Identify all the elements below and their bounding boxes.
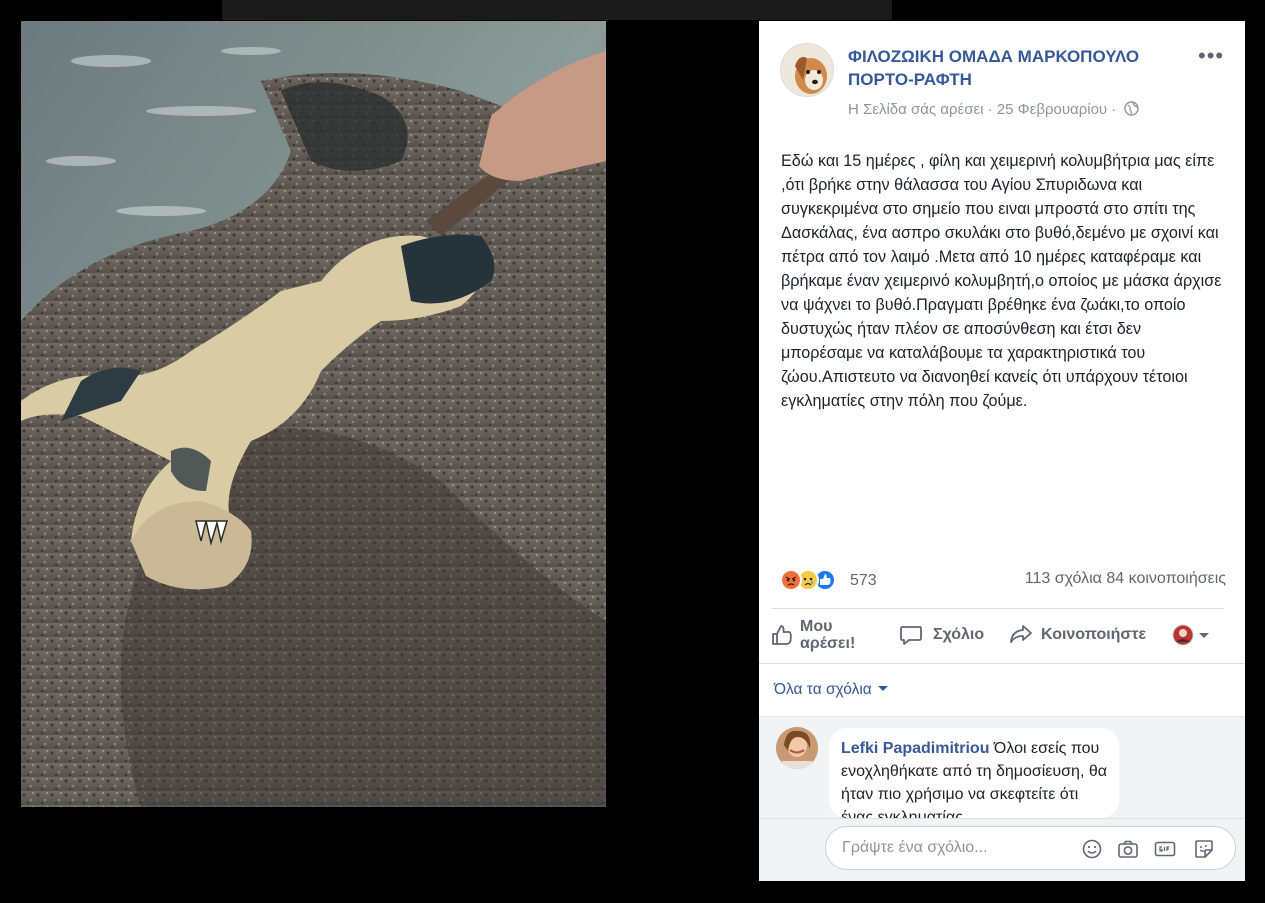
- like-label-line2: αρέσει!: [800, 635, 856, 652]
- meta-separator: ·: [987, 101, 993, 118]
- comments-filter-label: Όλα τα σχόλια: [774, 681, 872, 698]
- post-photo[interactable]: [21, 21, 606, 807]
- post-date[interactable]: 25 Φεβρουαρίου: [997, 101, 1107, 118]
- page-avatar[interactable]: [780, 43, 834, 97]
- dog-avatar-icon: [781, 44, 833, 96]
- react-as-selector[interactable]: [1172, 614, 1216, 658]
- comment-bubble: Lefki Papadimitriou Όλοι εσείς που ενοχλ…: [829, 728, 1119, 818]
- more-horizontal-icon[interactable]: •••: [1198, 45, 1230, 69]
- commenter-photo-icon: [776, 727, 818, 769]
- caret-down-icon: [877, 686, 888, 691]
- post-meta: Η Σελίδα σάς αρέσει · 25 Φεβρουαρίου ·: [848, 101, 1208, 120]
- sticker-icon[interactable]: [1193, 838, 1215, 860]
- page-name-link[interactable]: ΦΙΛΟΖΩΙΚΗ ΟΜΑΔΑ ΜΑΡΚΟΠΟΥΛΟ ΠΟΡΤΟ-ΡΑΦΤΗ: [848, 45, 1188, 91]
- background-strip: [222, 0, 892, 20]
- meta-separator: ·: [1111, 101, 1117, 118]
- comments-count-link[interactable]: 113 σχόλια: [1025, 570, 1102, 587]
- camera-icon[interactable]: [1117, 838, 1139, 860]
- divider: [759, 663, 1245, 664]
- share-button[interactable]: Κοινοποιήστε: [1009, 614, 1169, 658]
- thumbs-up-icon: [772, 625, 792, 645]
- like-label-line1: Μου: [800, 618, 833, 635]
- gif-icon[interactable]: [1154, 838, 1176, 860]
- photo-illustration: [21, 21, 606, 807]
- like-button[interactable]: Μου αρέσει!: [771, 614, 871, 658]
- share-arrow-icon: [1010, 625, 1032, 643]
- comments-filter-dropdown[interactable]: Όλα τα σχόλια: [774, 681, 888, 699]
- divider: [772, 608, 1224, 609]
- post-panel: ΦΙΛΟΖΩΙΚΗ ΟΜΑΔΑ ΜΑΡΚΟΠΟΥΛΟ ΠΟΡΤΟ-ΡΑΦΤΗ Η…: [759, 21, 1245, 881]
- emoji-icon[interactable]: [1081, 838, 1103, 860]
- profile-selector-icon: [1172, 624, 1209, 646]
- page-liked-note: Η Σελίδα σάς αρέσει: [848, 101, 984, 118]
- globe-icon: [1124, 101, 1140, 120]
- post-body-text: Εδώ και 15 ημέρες , φίλη και χειμερινή κ…: [781, 152, 1222, 410]
- comment-share-counts: 113 σχόλια 84 κοινοποιήσεις: [1025, 570, 1226, 588]
- comment-label: Σχόλιο: [933, 626, 985, 643]
- comment-input[interactable]: [842, 837, 1072, 859]
- post-actions: Μου αρέσει! Σχόλιο Κοινοποιήστε: [771, 614, 1231, 664]
- comment-composer: [825, 826, 1236, 870]
- comment-author-link[interactable]: Lefki Papadimitriou: [841, 740, 989, 757]
- angry-reaction-icon: [780, 569, 802, 591]
- engagement-counts: 573 113 σχόλια 84 κοινοποιήσεις: [780, 567, 1226, 593]
- comment-bubble-icon: [900, 626, 922, 645]
- commenter-avatar[interactable]: [776, 727, 818, 769]
- reaction-count: 573: [850, 572, 877, 589]
- shares-count-link[interactable]: 84 κοινοποιήσεις: [1106, 570, 1226, 587]
- comment-button[interactable]: Σχόλιο: [899, 614, 999, 658]
- share-label: Κοινοποιήστε: [1041, 626, 1147, 643]
